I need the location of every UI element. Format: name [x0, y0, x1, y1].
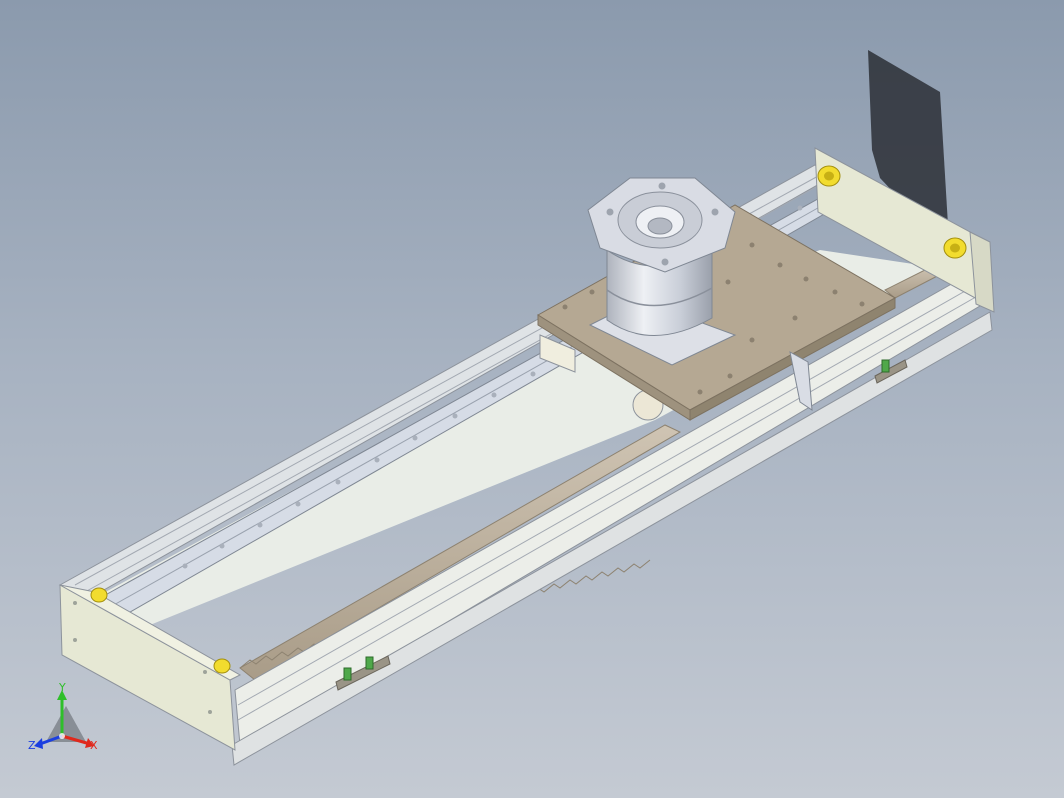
bumper	[943, 237, 967, 259]
linear-module-model[interactable]	[0, 0, 1064, 798]
triad-z-label: Z	[28, 739, 36, 752]
triad-y-label: Y	[59, 681, 66, 694]
bumper	[213, 658, 231, 674]
bumper	[90, 587, 108, 603]
triad-x-label: X	[90, 739, 98, 752]
gearbox-shaft	[647, 217, 673, 235]
bumper	[817, 165, 841, 187]
orientation-triad[interactable]: Y X Z	[28, 682, 104, 756]
cad-viewport[interactable]: Y X Z	[0, 0, 1064, 798]
